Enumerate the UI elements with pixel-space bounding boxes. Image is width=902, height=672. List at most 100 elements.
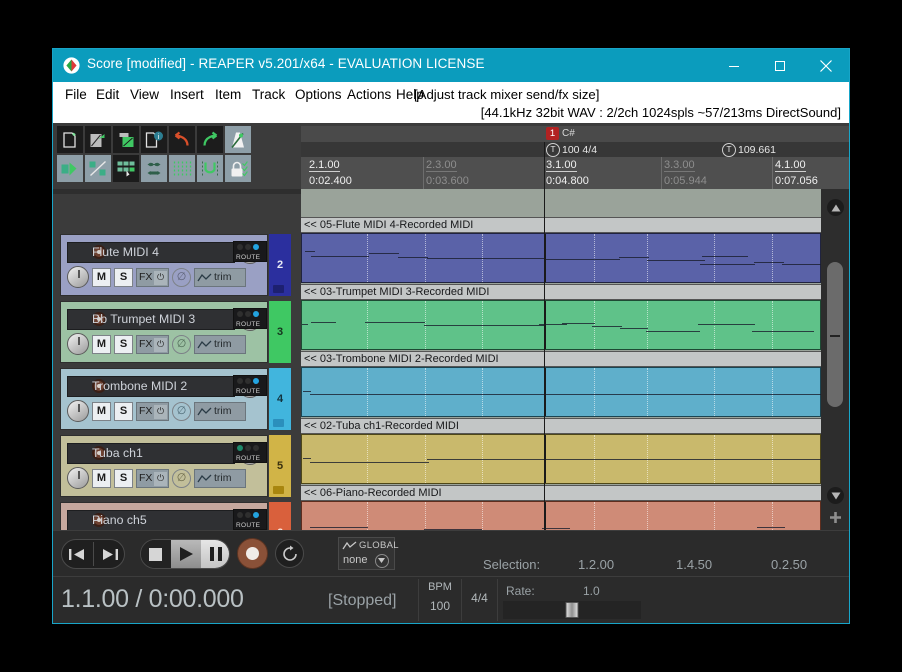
- media-item-body[interactable]: [301, 300, 821, 350]
- fx-bypass-icon[interactable]: ⏻: [154, 270, 167, 285]
- media-item-body[interactable]: [301, 233, 821, 283]
- rate-value[interactable]: 1.0: [583, 584, 600, 598]
- media-item-header[interactable]: << 02-Tuba ch1-Recorded MIDI: [301, 418, 821, 434]
- time-signature-value[interactable]: 4/4: [462, 591, 497, 605]
- mute-button[interactable]: M: [92, 267, 111, 287]
- lock-icon[interactable]: [225, 155, 251, 182]
- mute-button[interactable]: M: [92, 401, 111, 421]
- menu-insert[interactable]: Insert: [166, 84, 208, 105]
- track-name-field[interactable]: Piano ch5: [67, 510, 235, 531]
- track-pan-knob[interactable]: [67, 333, 89, 355]
- track-number-strip-4[interactable]: 4: [269, 368, 291, 430]
- mute-button[interactable]: M: [92, 468, 111, 488]
- loop-icon[interactable]: [197, 155, 223, 182]
- track-number-strip-5[interactable]: 5: [269, 435, 291, 497]
- vertical-scroll-thumb[interactable]: [827, 262, 843, 407]
- phase-invert-button[interactable]: ∅: [172, 468, 191, 488]
- media-item-body[interactable]: [301, 434, 821, 484]
- menu-edit[interactable]: Edit: [92, 84, 123, 105]
- media-item-header[interactable]: << 03-Trumpet MIDI 3-Recorded MIDI: [301, 284, 821, 300]
- rate-slider-thumb[interactable]: [565, 602, 579, 618]
- project-marker-1[interactable]: 1 C#: [546, 127, 575, 140]
- selection-end[interactable]: 1.4.50: [676, 557, 712, 572]
- track-name-field[interactable]: Trombone MIDI 2: [67, 376, 235, 397]
- track-name-field[interactable]: Flute MIDI 4: [67, 242, 235, 263]
- selection-start[interactable]: 1.2.00: [578, 557, 614, 572]
- media-item-header[interactable]: << 05-Flute MIDI 4-Recorded MIDI: [301, 217, 821, 233]
- mixer-icon[interactable]: [113, 155, 139, 182]
- redo-icon[interactable]: [197, 126, 223, 153]
- fx-bypass-icon[interactable]: ⏻: [154, 404, 167, 419]
- menu-options[interactable]: Options: [291, 84, 346, 105]
- track-number-strip-3[interactable]: 3: [269, 301, 291, 363]
- metronome-icon[interactable]: [225, 126, 251, 153]
- media-item-header[interactable]: << 06-Piano-Recorded MIDI: [301, 485, 821, 501]
- media-item-body[interactable]: [301, 367, 821, 417]
- selection-length[interactable]: 0.2.50: [771, 557, 807, 572]
- track-pan-knob[interactable]: [67, 467, 89, 489]
- save-project-icon[interactable]: [113, 126, 139, 153]
- menu-track[interactable]: Track: [248, 84, 289, 105]
- route-button-flute[interactable]: ROUTE: [233, 241, 267, 262]
- track-pan-knob[interactable]: [67, 266, 89, 288]
- arrange-track-trumpet[interactable]: << 03-Trumpet MIDI 3-Recorded MIDI: [301, 284, 821, 351]
- solo-button[interactable]: S: [114, 401, 133, 421]
- phase-invert-button[interactable]: ∅: [172, 267, 191, 287]
- menu-actions[interactable]: Actions: [343, 84, 395, 105]
- route-button-tuba[interactable]: ROUTE: [233, 442, 267, 463]
- project-settings-icon[interactable]: i: [141, 126, 167, 153]
- minimize-button[interactable]: [711, 49, 757, 82]
- phase-invert-button[interactable]: ∅: [172, 334, 191, 354]
- open-project-icon[interactable]: [85, 126, 111, 153]
- automation-icon[interactable]: [85, 155, 111, 182]
- playhead-position[interactable]: 1.1.00 / 0:00.000: [61, 585, 244, 614]
- route-button-trombone[interactable]: ROUTE: [233, 375, 267, 396]
- solo-button[interactable]: S: [114, 267, 133, 287]
- fx-button[interactable]: FX ⏻: [136, 401, 169, 421]
- scroll-up-button[interactable]: [827, 199, 844, 216]
- grouping-icon[interactable]: [141, 155, 167, 182]
- vertical-scrollbar[interactable]: [821, 189, 849, 577]
- trim-envelope-button[interactable]: trim: [194, 468, 246, 488]
- menu-view[interactable]: View: [126, 84, 163, 105]
- fx-bypass-icon[interactable]: ⏻: [154, 471, 167, 486]
- close-button[interactable]: [803, 49, 849, 82]
- fx-bypass-icon[interactable]: ⏻: [154, 337, 167, 352]
- fx-button[interactable]: FX ⏻: [136, 267, 169, 287]
- track-name-field[interactable]: Bb Trumpet MIDI 3: [67, 309, 235, 330]
- solo-button[interactable]: S: [114, 468, 133, 488]
- arrange-track-tuba[interactable]: << 02-Tuba ch1-Recorded MIDI: [301, 418, 821, 485]
- arrange-track-flute[interactable]: << 05-Flute MIDI 4-Recorded MIDI: [301, 217, 821, 284]
- trim-envelope-button[interactable]: trim: [194, 267, 246, 287]
- route-button-trumpet[interactable]: ROUTE: [233, 308, 267, 329]
- tempo-marker-1[interactable]: T 109.661: [722, 142, 776, 157]
- undo-icon[interactable]: [169, 126, 195, 153]
- fx-button[interactable]: FX ⏻: [136, 334, 169, 354]
- menu-item[interactable]: Item: [211, 84, 245, 105]
- grid-icon[interactable]: [169, 155, 195, 182]
- fx-button[interactable]: FX ⏻: [136, 468, 169, 488]
- new-project-icon[interactable]: [57, 126, 83, 153]
- maximize-button[interactable]: [757, 49, 803, 82]
- time-signature-box[interactable]: 4/4: [462, 579, 498, 621]
- track-pan-knob[interactable]: [67, 400, 89, 422]
- envelope-icon[interactable]: [57, 155, 83, 182]
- media-item-header[interactable]: << 03-Trombone MIDI 2-Recorded MIDI: [301, 351, 821, 367]
- timeline-ruler[interactable]: 1 C# T 100 4/4 T 109.661 T 104 2.1.00 0:…: [301, 123, 849, 189]
- mute-button[interactable]: M: [92, 334, 111, 354]
- track-name-field[interactable]: Tuba ch1: [67, 443, 235, 464]
- rate-slider[interactable]: [503, 601, 641, 619]
- scroll-down-button[interactable]: [827, 487, 844, 504]
- bpm-value[interactable]: 100: [419, 599, 461, 613]
- arrange-view[interactable]: << 05-Flute MIDI 4-Recorded MIDI << 03-T…: [301, 189, 821, 577]
- track-number-strip-2[interactable]: 2: [269, 234, 291, 296]
- menu-file[interactable]: File: [61, 84, 91, 105]
- trim-envelope-button[interactable]: trim: [194, 401, 246, 421]
- arrange-track-trombone[interactable]: << 03-Trombone MIDI 2-Recorded MIDI: [301, 351, 821, 418]
- bpm-box[interactable]: BPM 100: [418, 579, 462, 621]
- zoom-in-vertical-icon[interactable]: [829, 511, 842, 524]
- solo-button[interactable]: S: [114, 334, 133, 354]
- trim-envelope-button[interactable]: trim: [194, 334, 246, 354]
- phase-invert-button[interactable]: ∅: [172, 401, 191, 421]
- tempo-marker-0[interactable]: T 100 4/4: [546, 142, 597, 157]
